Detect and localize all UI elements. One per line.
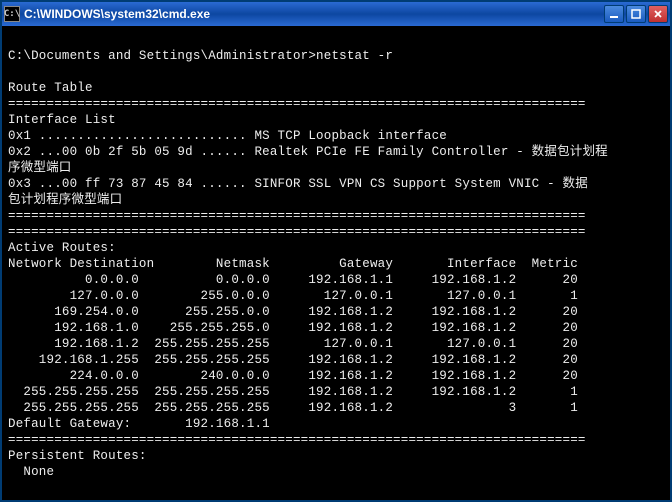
minimize-button[interactable]: [604, 5, 624, 23]
close-icon: [653, 9, 663, 19]
cmd-window: C:\ C:\WINDOWS\system32\cmd.exe C:\Docum…: [0, 0, 672, 502]
maximize-icon: [631, 9, 641, 19]
terminal-output[interactable]: C:\Documents and Settings\Administrator>…: [2, 26, 670, 500]
titlebar[interactable]: C:\ C:\WINDOWS\system32\cmd.exe: [2, 2, 670, 26]
window-title: C:\WINDOWS\system32\cmd.exe: [24, 7, 604, 21]
close-button[interactable]: [648, 5, 668, 23]
maximize-button[interactable]: [626, 5, 646, 23]
minimize-icon: [609, 9, 619, 19]
window-buttons: [604, 5, 668, 23]
app-icon: C:\: [4, 6, 20, 22]
